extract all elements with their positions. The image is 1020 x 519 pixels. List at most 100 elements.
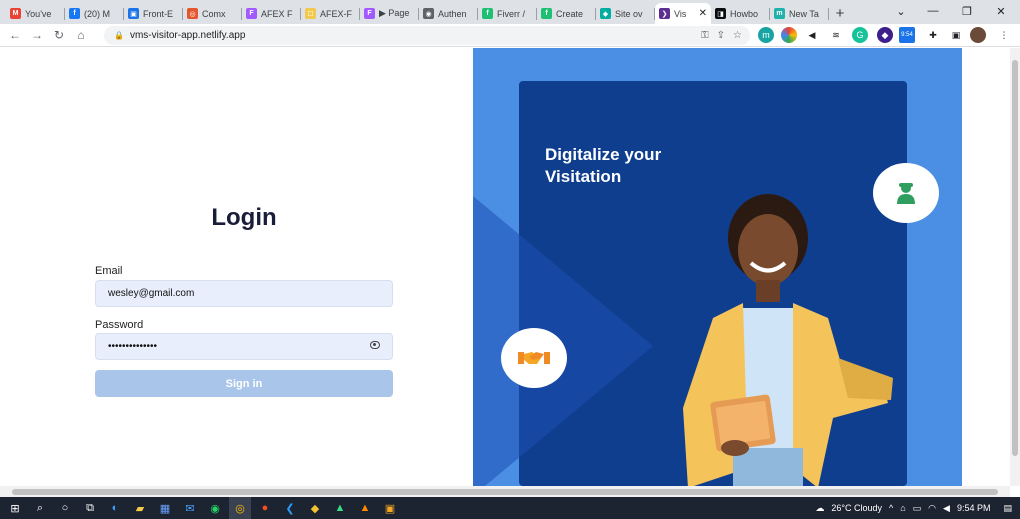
email-field[interactable]: wesley@gmail.com	[95, 280, 393, 307]
windows-start-icon[interactable]: ⊞	[4, 497, 26, 519]
wifi-icon[interactable]: ◠	[928, 503, 936, 514]
address-bar[interactable]: 🔒 vms-visitor-app.netlify.app ⚿ ⇪ ☆	[104, 26, 750, 45]
tab-label: You've	[25, 8, 52, 19]
puzzle-icon[interactable]: ✚	[925, 27, 941, 43]
tab-favicon-icon: ◆	[600, 8, 611, 19]
volume-icon[interactable]: ◀	[943, 503, 950, 514]
weather-text[interactable]: 26°C Cloudy	[831, 503, 882, 513]
browser-tab[interactable]: f Create	[537, 3, 596, 24]
tab-favicon-icon: ☐	[305, 8, 316, 19]
tab-search-icon[interactable]: ⌄	[884, 0, 918, 22]
hero-headline-line1: Digitalize your	[545, 145, 662, 164]
url-text: vms-visitor-app.netlify.app	[129, 30, 246, 41]
whatsapp-icon[interactable]: ◉	[204, 497, 226, 519]
browser-tab[interactable]: ☐ AFEX-F	[301, 3, 360, 24]
visitor-person-icon	[897, 183, 915, 204]
email-value: wesley@gmail.com	[108, 288, 195, 299]
windows-taskbar: ⊞ ⌕ ○ ⧉ ◐ ▰ ▦ ✉ ◉ ◎ ● ❮ ◆ ▲ ▲ ▣ ☁ 26°C C…	[0, 497, 1020, 519]
tab-close-icon[interactable]: ✕	[699, 8, 707, 19]
browser-tab[interactable]: ◆ Site ov	[596, 3, 655, 24]
browser-tab[interactable]: m New Ta	[770, 3, 829, 24]
hero-panel: Digitalize your Visitation	[473, 48, 962, 486]
grammarly-icon[interactable]: G	[852, 27, 868, 43]
back-arrow-icon[interactable]: ←	[4, 24, 26, 46]
close-window-button[interactable]: ✕	[984, 0, 1018, 22]
handshake-icon	[518, 352, 550, 364]
system-tray: ☁ 26°C Cloudy ^ ⌂ ▭ ◠ ◀ 9:54 PM ▤	[815, 497, 1012, 519]
tab-label: AFEX F	[261, 8, 293, 19]
extension-time-icon[interactable]: 9:54	[899, 27, 915, 43]
speaker-icon[interactable]: ◀	[804, 27, 820, 43]
browser-tab[interactable]: ◎ Comx	[183, 3, 242, 24]
layers-icon[interactable]: ≋	[828, 27, 844, 43]
browser-tab[interactable]: F AFEX F	[242, 3, 301, 24]
search-icon[interactable]: ⌕	[29, 497, 51, 519]
browser-tab[interactable]: f (20) M	[65, 3, 124, 24]
vlc-icon[interactable]: ▲	[354, 497, 376, 519]
handshake-badge	[501, 328, 567, 388]
tab-favicon-icon: f	[541, 8, 552, 19]
store-icon[interactable]: ▦	[154, 497, 176, 519]
page-content: Login Email wesley@gmail.com Password ••…	[0, 48, 1020, 486]
cloud-icon: ☁	[815, 502, 825, 513]
file-explorer-icon[interactable]: ▰	[129, 497, 151, 519]
tab-label: Site ov	[615, 8, 643, 19]
extension-color-icon[interactable]	[781, 27, 797, 43]
browser-tab[interactable]: ◉ Authen	[419, 3, 478, 24]
minimize-button[interactable]: —	[916, 0, 950, 22]
forward-arrow-icon[interactable]: →	[26, 24, 48, 46]
tab-favicon-icon: F	[246, 8, 257, 19]
bookmark-star-icon[interactable]: ☆	[733, 30, 742, 41]
browser-tab[interactable]: ❯ Vis ✕	[655, 3, 711, 24]
clock-text[interactable]: 9:54 PM	[957, 503, 991, 513]
browser-tab[interactable]: M You've	[6, 3, 65, 24]
chrome-icon[interactable]: ◎	[229, 497, 251, 519]
mail-icon[interactable]: ✉	[179, 497, 201, 519]
tab-label: AFEX-F	[320, 8, 353, 19]
cortana-icon[interactable]: ○	[54, 497, 76, 519]
login-title: Login	[211, 204, 277, 231]
menu-kebab-icon[interactable]: ⋮	[996, 27, 1012, 43]
reload-icon[interactable]: ↻	[48, 24, 70, 46]
tab-label: ▶ Page	[379, 8, 410, 18]
browser-tab[interactable]: F ▶ Page	[360, 3, 419, 24]
sourcetree-icon[interactable]: ◆	[304, 497, 326, 519]
edge-icon[interactable]: ◐	[104, 497, 126, 519]
password-field[interactable]: ••••••••••••••	[95, 333, 393, 360]
task-view-icon[interactable]: ⧉	[79, 497, 101, 519]
tab-favicon-icon: f	[69, 8, 80, 19]
new-tab-button[interactable]: +	[829, 3, 851, 24]
extension-badge-icon[interactable]: ◆	[877, 27, 893, 43]
tab-favicon-icon: m	[774, 8, 785, 19]
tab-label: Comx	[202, 8, 226, 19]
tab-favicon-icon: F	[364, 8, 375, 19]
android-studio-icon[interactable]: ▲	[329, 497, 351, 519]
tray-chevron-icon[interactable]: ^	[889, 503, 893, 513]
share-icon[interactable]: ⇪	[717, 30, 725, 41]
notification-icon[interactable]: ▤	[1003, 503, 1012, 514]
network-icon[interactable]: ⌂	[900, 503, 905, 513]
browser-tab[interactable]: ◨ Howbo	[711, 3, 770, 24]
signin-button[interactable]: Sign in	[95, 370, 393, 397]
media-player-icon[interactable]: ▣	[379, 497, 401, 519]
hero-shape	[473, 196, 653, 486]
postman-icon[interactable]: ●	[254, 497, 276, 519]
vscode-icon[interactable]: ❮	[279, 497, 301, 519]
tab-favicon-icon: ◎	[187, 8, 198, 19]
restore-button[interactable]: ❐	[950, 0, 984, 22]
home-icon[interactable]: ⌂	[70, 24, 92, 46]
horizontal-scrollbar[interactable]	[0, 486, 1010, 497]
battery-icon[interactable]: ▭	[913, 503, 922, 514]
browser-tab[interactable]: f Fiverr /	[478, 3, 537, 24]
visitor-badge	[873, 163, 939, 223]
vertical-scrollbar[interactable]	[1010, 48, 1020, 486]
extension-m-icon[interactable]: m	[758, 27, 774, 43]
key-icon[interactable]: ⚿	[701, 30, 709, 41]
eye-icon[interactable]	[370, 341, 380, 349]
browser-tab[interactable]: ▣ Front-E	[124, 3, 183, 24]
tab-favicon-icon: ❯	[659, 8, 670, 19]
tab-label: New Ta	[789, 8, 819, 19]
sidebar-icon[interactable]: ▣	[948, 27, 964, 43]
avatar[interactable]	[970, 27, 986, 43]
tab-label: (20) M	[84, 8, 111, 19]
